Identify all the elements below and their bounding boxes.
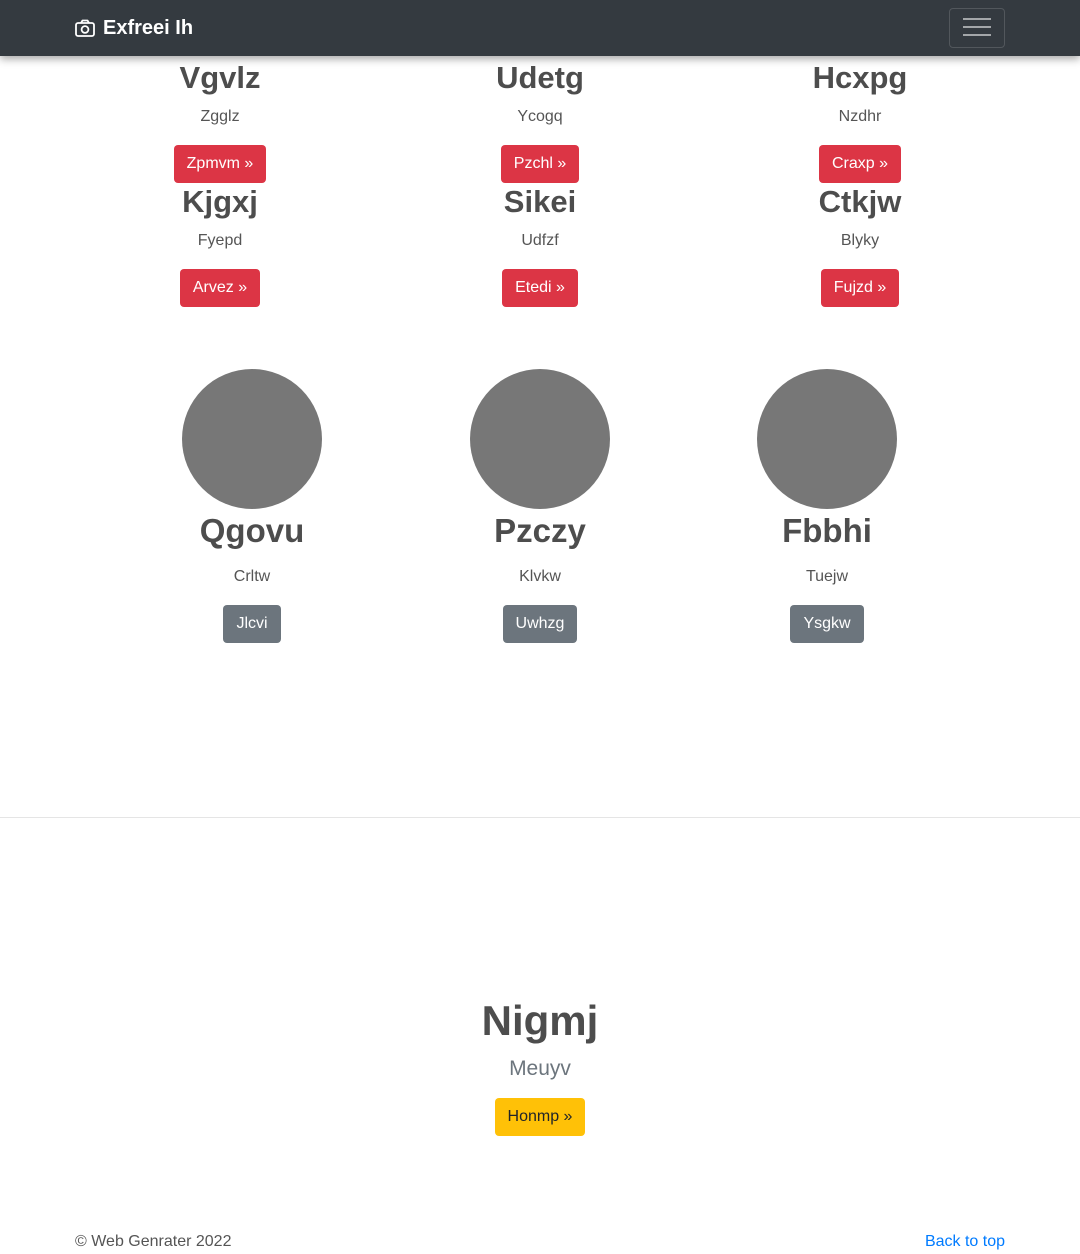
- card-title: Udetg: [496, 60, 584, 95]
- card-subtitle: Udfzf: [521, 232, 559, 249]
- card-title: Vgvlz: [179, 60, 261, 95]
- card-button[interactable]: Fujzd »: [820, 269, 900, 307]
- marketing-subtitle: Tuejw: [805, 568, 849, 585]
- marketing-button[interactable]: Ysgkw: [790, 605, 864, 643]
- hamburger-menu-icon: [963, 16, 991, 41]
- feature-button[interactable]: Honmp »: [494, 1098, 586, 1136]
- card-button[interactable]: Arvez »: [179, 269, 261, 307]
- placeholder-image: [182, 369, 322, 509]
- card-subtitle: Nzdhr: [838, 108, 882, 125]
- placeholder-image: [470, 369, 610, 509]
- card: Udetg Ycogq Pzchl »: [440, 60, 640, 183]
- marketing-title: Fbbhi: [782, 512, 872, 549]
- card: Ctkjw Blyky Fujzd »: [760, 184, 960, 307]
- card-subtitle: Blyky: [840, 232, 880, 249]
- footer-copyright: © Web Genrater 2022: [75, 1233, 232, 1250]
- card-subtitle: Fyepd: [197, 232, 243, 249]
- marketing-item: Qgovu Crltw Jlcvi: [152, 369, 352, 643]
- card: Kjgxj Fyepd Arvez »: [120, 184, 320, 307]
- marketing-item: Pzczy Klvkw Uwhzg: [440, 369, 640, 643]
- marketing-button[interactable]: Jlcvi: [223, 605, 281, 643]
- camera-icon: [75, 19, 95, 37]
- card-button[interactable]: Etedi »: [502, 269, 578, 307]
- marketing-title: Qgovu: [199, 512, 305, 549]
- marketing-subtitle: Crltw: [233, 568, 271, 585]
- marketing-button[interactable]: Uwhzg: [502, 605, 578, 643]
- navbar: Exfreei Ih: [0, 0, 1080, 56]
- marketing-item: Fbbhi Tuejw Ysgkw: [727, 369, 927, 643]
- section-divider: [0, 817, 1080, 818]
- card-title: Sikei: [503, 184, 577, 219]
- card: Vgvlz Zgglz Zpmvm »: [120, 60, 320, 183]
- card-button[interactable]: Zpmvm »: [173, 145, 267, 183]
- feature-subtitle: Meuyv: [509, 1057, 571, 1080]
- card-button[interactable]: Craxp »: [818, 145, 902, 183]
- card-subtitle: Ycogq: [517, 108, 563, 125]
- feature-section: Nigmj Meuyv Honmp »: [340, 997, 740, 1136]
- card-button[interactable]: Pzchl »: [500, 145, 580, 183]
- brand-link[interactable]: Exfreei Ih: [75, 14, 193, 42]
- card-title: Hcxpg: [812, 60, 908, 95]
- marketing-subtitle: Klvkw: [519, 568, 561, 585]
- back-to-top-link[interactable]: Back to top: [925, 1232, 1005, 1252]
- placeholder-image: [757, 369, 897, 509]
- card: Hcxpg Nzdhr Craxp »: [760, 60, 960, 183]
- feature-title: Nigmj: [481, 997, 599, 1044]
- card-subtitle: Zgglz: [200, 108, 240, 125]
- brand-name: Exfreei Ih: [103, 16, 194, 39]
- card-title: Kjgxj: [182, 184, 258, 219]
- card: Sikei Udfzf Etedi »: [440, 184, 640, 307]
- card-title: Ctkjw: [818, 184, 902, 219]
- navbar-toggler-button[interactable]: [949, 8, 1005, 48]
- marketing-title: Pzczy: [494, 512, 586, 549]
